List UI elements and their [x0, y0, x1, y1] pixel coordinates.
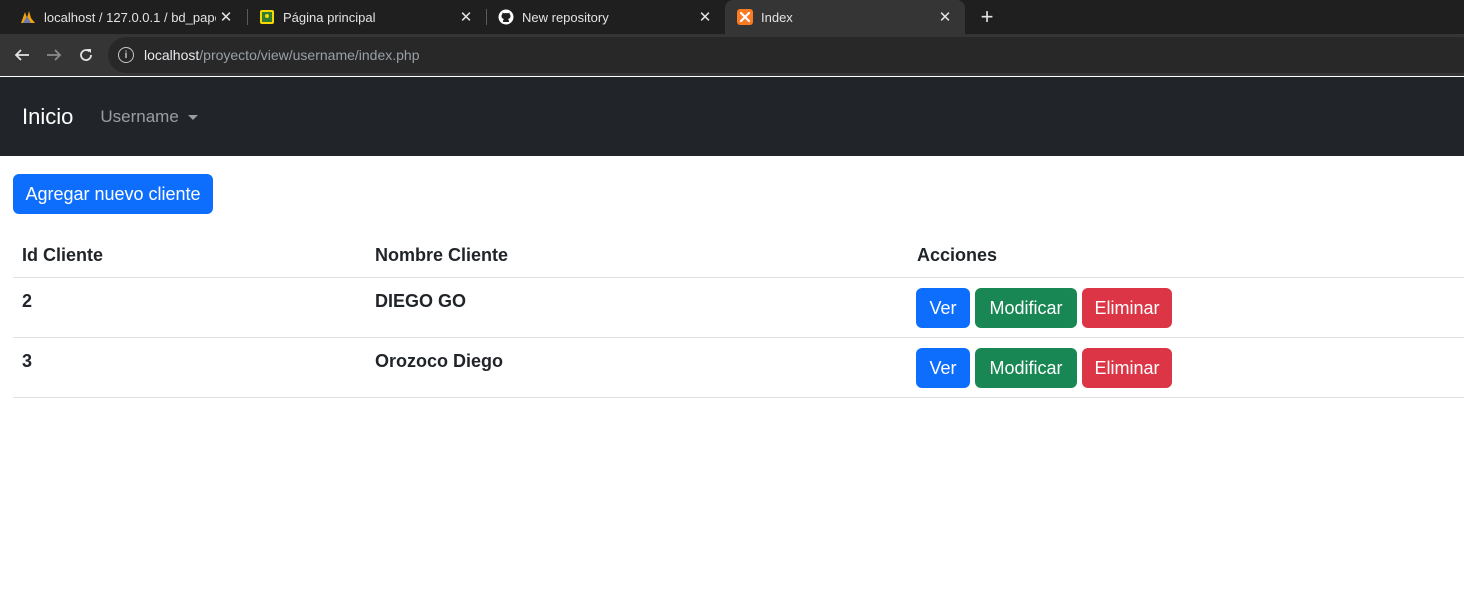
tab-phpmyadmin[interactable]: localhost / 127.0.0.1 / bd_papele ✕	[0, 0, 246, 34]
close-icon[interactable]: ✕	[695, 7, 715, 27]
phpmyadmin-icon	[20, 9, 36, 25]
browser-tab-bar: localhost / 127.0.0.1 / bd_papele ✕ Pági…	[0, 0, 1464, 34]
tab-title: Index	[761, 9, 793, 25]
image-icon	[259, 9, 275, 25]
table-divider	[13, 277, 1464, 278]
column-header-id: Id Cliente	[22, 245, 104, 265]
address-bar[interactable]: i localhost/proyecto/view/username/index…	[108, 37, 1464, 73]
delete-button[interactable]: Eliminar	[1082, 348, 1172, 388]
view-button[interactable]: Ver	[916, 288, 970, 328]
cell-name: DIEGO GO	[375, 291, 467, 311]
tab-new-repository[interactable]: New repository ✕	[478, 0, 725, 34]
new-tab-icon[interactable]: +	[975, 4, 999, 29]
add-client-button[interactable]: Agregar nuevo cliente	[13, 174, 213, 214]
forward-icon[interactable]	[42, 43, 66, 67]
tab-title: localhost / 127.0.0.1 / bd_papele	[44, 9, 216, 25]
dropdown-label: Username	[100, 106, 179, 126]
close-icon[interactable]: ✕	[935, 7, 955, 27]
url-text: localhost/proyecto/view/username/index.p…	[144, 47, 420, 63]
username-dropdown[interactable]: Username	[100, 106, 198, 127]
tab-title: New repository	[522, 9, 609, 25]
delete-button[interactable]: Eliminar	[1082, 288, 1172, 328]
close-icon[interactable]: ✕	[216, 7, 236, 27]
github-icon	[498, 9, 514, 25]
navbar-brand[interactable]: Inicio	[22, 104, 73, 130]
column-header-name: Nombre Cliente	[375, 245, 509, 265]
table-divider	[13, 337, 1464, 338]
browser-toolbar: i localhost/proyecto/view/username/index…	[0, 34, 1464, 76]
view-button[interactable]: Ver	[916, 348, 970, 388]
cell-id: 3	[22, 351, 33, 371]
xampp-icon	[737, 9, 753, 25]
column-header-actions: Acciones	[917, 245, 998, 265]
cell-name: Orozoco Diego	[375, 351, 504, 371]
table-divider	[13, 397, 1464, 398]
site-navbar: Inicio Username	[0, 77, 1464, 156]
info-icon[interactable]: i	[118, 47, 134, 63]
reload-icon[interactable]	[74, 43, 98, 67]
tab-pagina-principal[interactable]: Página principal ✕	[239, 0, 486, 34]
edit-button[interactable]: Modificar	[975, 288, 1077, 328]
caret-down-icon	[187, 114, 198, 120]
cell-id: 2	[22, 291, 33, 311]
edit-button[interactable]: Modificar	[975, 348, 1077, 388]
tab-index[interactable]: Index ✕	[725, 0, 965, 34]
back-icon[interactable]	[10, 43, 34, 67]
close-icon[interactable]: ✕	[456, 7, 476, 27]
tab-title: Página principal	[283, 9, 376, 25]
